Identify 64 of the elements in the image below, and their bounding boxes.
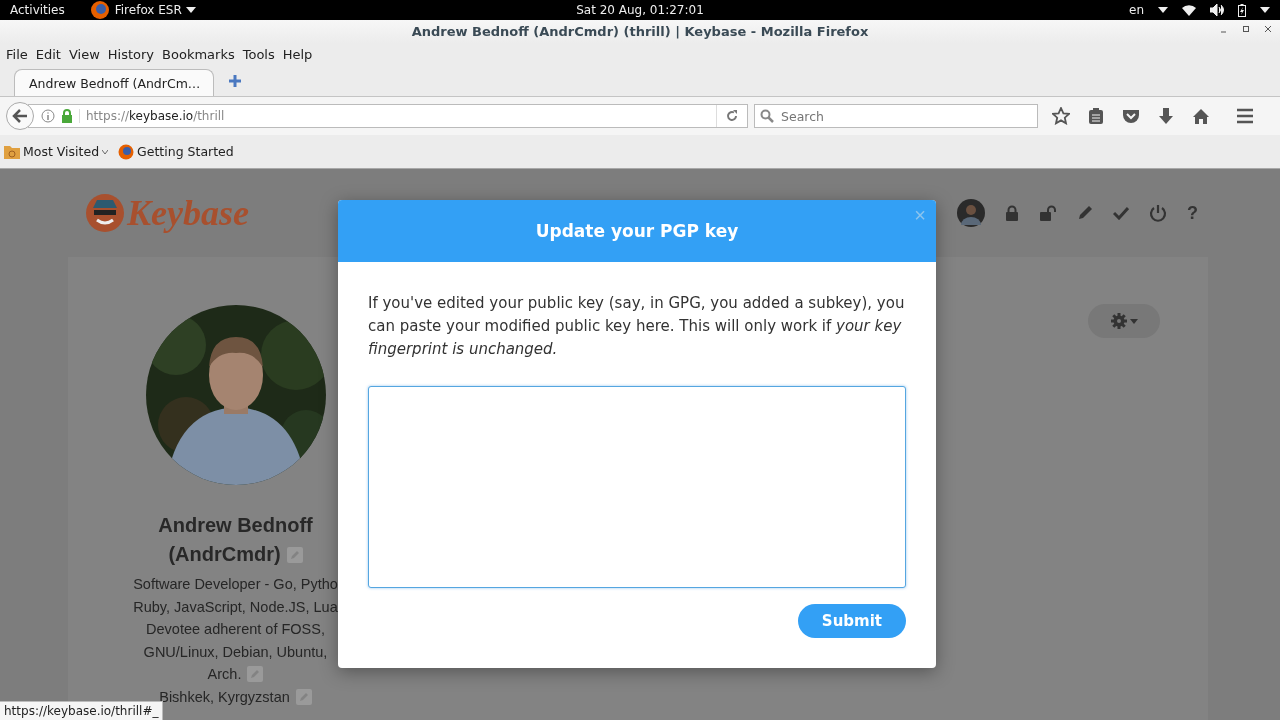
window-title: Andrew Bednoff (AndrCmdr) (thrill) | Keybase - Mozilla Firefox (411, 24, 869, 39)
firefox-icon (88, 0, 111, 20)
url-text: https://keybase.io/thrill (79, 109, 710, 123)
folder-icon (4, 144, 20, 159)
caret-icon (1158, 7, 1168, 13)
profile-bio-text: GNU/Linux, Debian, Ubuntu, (143, 642, 328, 662)
browser-tab[interactable]: Andrew Bednoff (AndrCm… (14, 69, 214, 96)
profile-bio-text: Devotee adherent of FOSS, (146, 620, 325, 639)
modal-title: Update your PGP key (535, 221, 739, 241)
search-icon (760, 109, 774, 123)
star-icon[interactable] (1052, 107, 1070, 125)
menu-icon[interactable] (1236, 108, 1254, 124)
address-bar[interactable]: https://keybase.io/thrill (28, 104, 748, 128)
profile-bio-text: Arch. (207, 665, 242, 684)
menu-item[interactable]: Help (278, 47, 317, 62)
volume-icon (1210, 4, 1224, 16)
menu-item[interactable]: Edit (31, 47, 65, 62)
menu-item[interactable]: File (2, 47, 32, 62)
caret-icon (185, 7, 196, 13)
new-tab-icon[interactable] (228, 74, 242, 88)
key-input-field[interactable] (368, 386, 906, 588)
caret-icon (102, 149, 109, 154)
app-menu[interactable]: Firefox ESR (88, 0, 196, 20)
back-arrow-icon (12, 108, 28, 124)
clock[interactable]: Sat 20 Aug, 01:27:01 (576, 3, 704, 17)
settings-button[interactable] (1088, 304, 1160, 338)
maximize-icon[interactable] (1242, 25, 1250, 33)
reload-icon[interactable] (725, 109, 739, 123)
firefox-icon (118, 143, 135, 160)
bookmark-folder[interactable]: Most Visited (4, 144, 109, 159)
back-button[interactable] (6, 102, 34, 130)
caret-icon (1129, 318, 1138, 324)
lock-icon[interactable] (1005, 205, 1019, 221)
close-icon[interactable] (1264, 25, 1272, 33)
info-icon (41, 109, 55, 123)
unlock-icon[interactable] (1039, 205, 1057, 221)
menu-item[interactable]: History (103, 47, 159, 62)
caret-icon (1260, 7, 1270, 13)
activities-button[interactable]: Activities (10, 3, 65, 17)
lock-icon (61, 109, 73, 123)
pencil-icon[interactable] (1077, 205, 1093, 221)
language-selector[interactable]: en (1129, 3, 1144, 17)
wifi-icon (1182, 4, 1196, 16)
checkmark-icon[interactable] (1113, 206, 1129, 220)
profile-name: Andrew Bednoff (158, 513, 313, 538)
pocket-icon[interactable] (1122, 108, 1140, 124)
battery-icon (1238, 3, 1246, 17)
menu-item[interactable]: Tools (238, 47, 279, 62)
home-icon[interactable] (1192, 108, 1210, 124)
bookmark-item[interactable]: Getting Started (118, 143, 234, 160)
settings-icon (1110, 313, 1127, 329)
search-field[interactable]: Search (754, 104, 1038, 128)
reading-list-icon[interactable] (1088, 107, 1104, 125)
avatar-icon[interactable] (957, 199, 985, 227)
download-icon[interactable] (1158, 107, 1174, 125)
profile-username: (AndrCmdr) (168, 542, 281, 567)
power-icon[interactable] (1149, 204, 1167, 222)
menu-item[interactable]: View (64, 47, 104, 62)
profile-bio-text: Software Developer - Go, Pytho (133, 575, 338, 594)
mascot-icon (85, 193, 125, 233)
modal-message: If you've edited your public key (say, in GPG, you added a subkey), you can paste your modified public key here. This will only work if your key fingerprint is unchanged. (368, 293, 906, 360)
profile-bio-text: Ruby, JavaScript, Node.JS, Lua (133, 597, 338, 617)
menu-item[interactable]: Bookmarks (158, 47, 239, 62)
status-url: https://keybase.io/thrill#_ (0, 701, 164, 720)
